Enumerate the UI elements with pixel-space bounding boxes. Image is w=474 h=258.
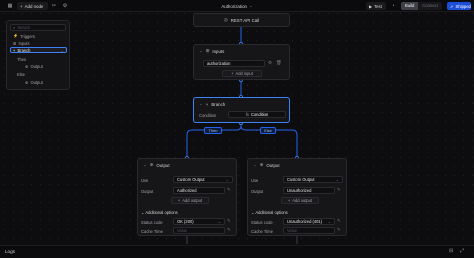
- edit-icon[interactable]: ✎: [227, 218, 231, 224]
- plus-icon: +: [20, 3, 23, 9]
- plus-icon: +: [287, 198, 291, 203]
- chevron-down-icon: ⌄: [141, 210, 145, 215]
- trash-icon[interactable]: 🗑: [276, 60, 282, 66]
- input-name-field[interactable]: authorization: [203, 60, 265, 67]
- use-label: Use: [141, 178, 149, 183]
- outline-item-inputs[interactable]: ⊞ Inputs: [13, 40, 30, 46]
- chevron-down-icon: ⌄: [248, 3, 253, 8]
- outline-item-else-output[interactable]: ⊕ Output: [25, 79, 43, 85]
- plus-icon: +: [177, 198, 181, 203]
- output-icon: ⊕: [25, 79, 29, 85]
- then-branch-tag[interactable]: Then: [204, 126, 222, 134]
- output-label: Output: [251, 189, 264, 194]
- publish-button[interactable]: ➚ Shipped: [447, 2, 471, 10]
- settings-icon[interactable]: ⚙: [61, 2, 69, 10]
- history-icon[interactable]: ◔: [389, 2, 397, 10]
- mode-build-tab[interactable]: Build: [401, 2, 419, 10]
- output-icon: ⊕: [149, 162, 154, 167]
- mode-connect-tab[interactable]: Connect: [418, 2, 442, 10]
- play-icon: ▶: [369, 4, 372, 9]
- globe-icon: ◎: [223, 17, 228, 22]
- inputs-icon: ⊞: [13, 40, 17, 46]
- output-node-then[interactable]: ⌄ ⊕ Output Use Custom Output ⌄ Output Au…: [137, 158, 237, 236]
- top-toolbar: ▦ + Add node ✂ ⚙ Authorization ⌄ ▶ Test …: [0, 0, 474, 12]
- additional-options-toggle[interactable]: ⌄ Additional options: [141, 210, 178, 215]
- mode-switch: Build Connect: [401, 2, 442, 10]
- output-label: Output: [141, 189, 154, 194]
- status-code-select[interactable]: Unauthorized (401) ⌄: [283, 218, 335, 225]
- edit-icon[interactable]: ✎: [337, 227, 341, 233]
- rest-api-node[interactable]: ◎ REST API Call: [193, 13, 290, 27]
- outline-item-then-output[interactable]: ⊕ Output: [25, 63, 43, 69]
- use-select[interactable]: Custom Output ⌄: [283, 176, 343, 183]
- chevron-down-icon: ⌄: [217, 219, 221, 224]
- workflow-title-dropdown[interactable]: Authorization ⌄: [214, 2, 260, 10]
- chevron-down-icon: ⌄: [251, 210, 255, 215]
- cache-time-label: Cache Time: [141, 229, 163, 234]
- branch-icon: ⑂: [13, 47, 16, 53]
- input-settings-icon[interactable]: ⚙: [268, 60, 272, 66]
- outline-item-triggers[interactable]: ⚡ Triggers: [13, 33, 35, 39]
- collapse-icon[interactable]: ⌄: [143, 162, 147, 168]
- add-node-button[interactable]: + Add node: [17, 2, 48, 10]
- add-output-button[interactable]: + Add output: [171, 197, 209, 204]
- chevron-down-icon: ⌄: [335, 177, 339, 182]
- outline-search-input[interactable]: ⌕ Search: [10, 24, 66, 31]
- inputs-icon: ⊞: [205, 48, 210, 53]
- workflow-edges: [184, 27, 299, 244]
- logs-bar[interactable]: Logs ⊟ ⤢: [0, 245, 474, 258]
- output-icon: ⊕: [25, 63, 29, 69]
- collapse-icon[interactable]: ⌄: [199, 48, 203, 54]
- cache-time-field[interactable]: Value: [173, 227, 225, 234]
- collapse-panel-icon[interactable]: ⊟: [449, 248, 453, 254]
- inputs-node[interactable]: ⌄ ⊞ Inputs authorization ⚙ 🗑 + Add input: [193, 44, 290, 80]
- test-button[interactable]: ▶ Test: [366, 2, 386, 10]
- add-output-button[interactable]: + Add output: [281, 197, 319, 204]
- cache-time-label: Cache Time: [251, 229, 273, 234]
- add-input-button[interactable]: + Add input: [222, 70, 262, 77]
- else-branch-tag[interactable]: Else: [260, 126, 276, 134]
- sidebar-toggle-icon[interactable]: ▦: [6, 2, 14, 10]
- output-node-else[interactable]: ⌄ ⊕ Output Use Custom Output ⌄ Output Un…: [247, 158, 347, 236]
- output-node-header: ⌄ ⊕ Output: [253, 162, 280, 168]
- status-code-label: Status code: [141, 220, 163, 225]
- edit-icon[interactable]: ✎: [227, 187, 231, 193]
- condition-label: Condition: [199, 113, 217, 118]
- collapse-icon[interactable]: ⌄: [253, 162, 257, 168]
- plus-icon: +: [231, 71, 234, 76]
- outline-item-else[interactable]: Else: [17, 71, 25, 77]
- condition-field[interactable]: fx Condition: [228, 111, 286, 118]
- output-node-header: ⌄ ⊕ Output: [143, 162, 170, 168]
- status-code-select[interactable]: OK (200) ⌄: [173, 218, 225, 225]
- cache-time-field[interactable]: Value: [283, 227, 335, 234]
- use-select[interactable]: Custom Output ⌄: [173, 176, 233, 183]
- edit-icon[interactable]: ✎: [337, 187, 341, 193]
- outline-panel: ⌕ Search ⚡ Triggers ⊞ Inputs ⑂ Branch ⌄ The…: [6, 20, 70, 90]
- outline-item-branch[interactable]: ⑂ Branch ⌄: [10, 47, 67, 53]
- logs-label: Logs: [5, 249, 15, 254]
- output-value-field[interactable]: Unauthorized: [283, 187, 335, 194]
- branch-node[interactable]: ⌄ ⑂ Branch Condition fx Condition: [193, 97, 290, 123]
- search-icon: ⌕: [13, 25, 16, 30]
- edit-icon[interactable]: ✎: [227, 227, 231, 233]
- edit-icon[interactable]: ✎: [337, 218, 341, 224]
- expand-icon[interactable]: ⤢: [460, 248, 464, 254]
- chevron-down-icon: ⌄: [60, 47, 64, 53]
- additional-options-toggle[interactable]: ⌄ Additional options: [251, 210, 288, 215]
- branch-node-header: ⌄ ⑂ Branch: [199, 101, 226, 107]
- trigger-icon: ⚡: [13, 33, 19, 38]
- outline-item-then[interactable]: Then: [17, 56, 26, 62]
- rocket-icon: ➚: [450, 3, 454, 9]
- output-icon: ⊕: [259, 162, 264, 167]
- tools-icon[interactable]: ✂: [50, 2, 58, 10]
- status-code-label: Status code: [251, 220, 273, 225]
- branch-icon: ⑂: [205, 101, 209, 107]
- output-value-field[interactable]: Authorized: [173, 187, 225, 194]
- collapse-icon[interactable]: ⌄: [199, 101, 203, 107]
- chevron-down-icon: ⌄: [327, 219, 331, 224]
- chevron-down-icon: ⌄: [225, 177, 229, 182]
- inputs-node-header: ⌄ ⊞ Inputs: [199, 48, 225, 54]
- use-label: Use: [251, 178, 259, 183]
- function-icon: fx: [245, 112, 249, 117]
